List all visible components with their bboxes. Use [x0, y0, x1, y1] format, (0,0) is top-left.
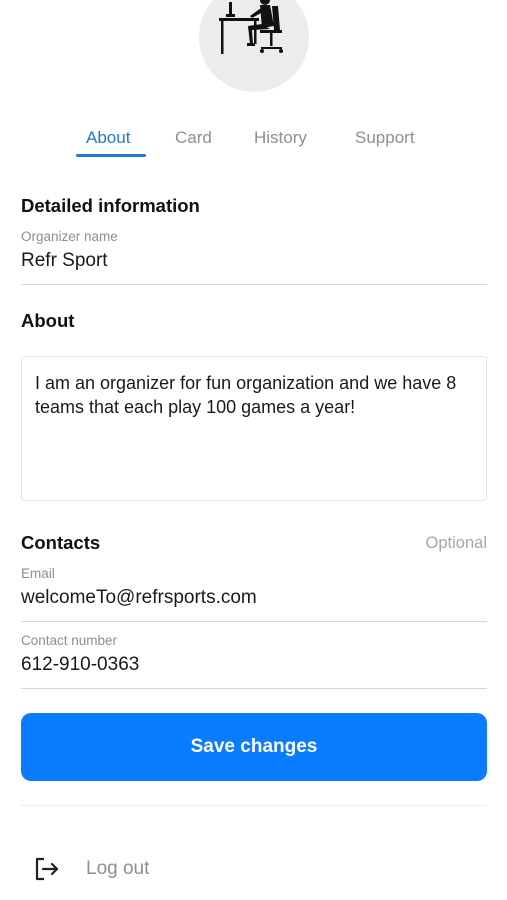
bottom-divider	[21, 805, 487, 806]
active-tab-indicator	[76, 154, 146, 157]
contact-number-label: Contact number	[21, 633, 118, 648]
contact-number-divider	[21, 688, 487, 689]
contacts-heading: Contacts	[21, 532, 101, 553]
tab-card[interactable]: Card	[175, 128, 212, 148]
about-textarea[interactable]: I am an organizer for fun organization a…	[21, 356, 487, 501]
tab-about[interactable]: About	[86, 128, 130, 148]
email-divider	[21, 621, 487, 622]
organizer-name-field[interactable]: Refr Sport	[21, 250, 108, 272]
logout-button[interactable]: Log out	[33, 852, 149, 886]
tab-history[interactable]: History	[254, 128, 307, 148]
email-field[interactable]: welcomeTo@refrsports.com	[21, 587, 257, 609]
tab-support[interactable]: Support	[355, 128, 415, 148]
save-changes-button[interactable]: Save changes	[21, 713, 487, 781]
person-at-desk-icon	[219, 0, 283, 54]
about-heading: About	[21, 310, 75, 331]
organizer-name-divider	[21, 284, 487, 285]
contact-number-field[interactable]: 612-910-0363	[21, 654, 139, 676]
logout-icon	[35, 857, 59, 881]
optional-label: Optional	[425, 534, 487, 552]
avatar[interactable]	[199, 0, 309, 92]
organizer-name-label: Organizer name	[21, 229, 118, 244]
detailed-information-heading: Detailed information	[21, 195, 200, 216]
email-label: Email	[21, 566, 55, 581]
logout-label: Log out	[86, 858, 150, 879]
